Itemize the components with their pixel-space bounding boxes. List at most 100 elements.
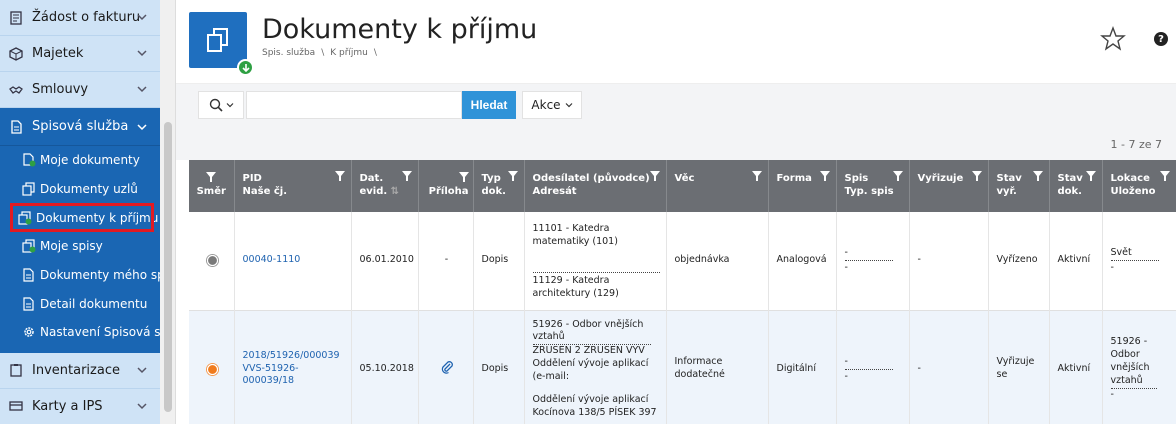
sort-icon[interactable]: ⇅ — [391, 186, 399, 197]
filter-icon[interactable] — [401, 171, 412, 181]
help-icon[interactable]: ? — [1154, 32, 1168, 46]
breadcrumb-item[interactable]: Spis. služba — [262, 48, 315, 58]
table-header-row: Směr PID Naše čj. Dat. evid. ⇅ Příloha Typ… — [189, 160, 1176, 212]
column-header-stav-vyr[interactable]: Stav vyř. — [988, 160, 1050, 212]
sender-text: 51926 - Odbor vnějších vztahů — [532, 319, 651, 346]
filter-icon[interactable] — [334, 171, 345, 181]
direction-radio[interactable] — [205, 254, 219, 268]
search-input[interactable] — [246, 91, 462, 119]
invoice-icon — [8, 10, 24, 26]
document-icon — [8, 119, 24, 135]
column-header-typ-dok[interactable]: Typ dok. — [473, 160, 525, 212]
filter-icon[interactable] — [1085, 171, 1096, 181]
column-header-dat-evid[interactable]: Dat. evid. ⇅ — [351, 160, 419, 212]
column-header-stav-dok[interactable]: Stav dok. — [1049, 160, 1103, 212]
filter-icon[interactable] — [1032, 171, 1043, 181]
sidebar-item-moje-spisy[interactable]: Moje spisy — [0, 232, 160, 261]
breadcrumb-separator: \ — [373, 48, 377, 58]
sidebar-item-zadost-o-fakturu[interactable]: Žádost o fakturu — [0, 0, 160, 36]
sidebar-item-detail-dokumentu[interactable]: Detail dokumentu — [0, 289, 160, 318]
sidebar-item-label: Majetek — [32, 46, 84, 61]
search-options-button[interactable] — [198, 91, 244, 119]
chevron-down-icon — [137, 14, 147, 21]
sidebar-item-label: Smlouvy — [32, 82, 89, 97]
column-header-odesilatel[interactable]: Odesílatel (původce) Adresát — [524, 160, 667, 212]
column-header-vec[interactable]: Věc — [666, 160, 769, 212]
filter-icon[interactable] — [819, 171, 830, 181]
filter-icon[interactable] — [458, 172, 469, 182]
column-header-priloha[interactable]: Příloha — [418, 160, 474, 212]
search-icon — [209, 98, 223, 112]
document-plus-icon — [22, 153, 36, 167]
sidebar-item-label: Inventarizace — [32, 362, 120, 378]
filter-icon[interactable] — [507, 171, 518, 181]
sidebar-item-karty-a-ips[interactable]: Karty a IPS — [0, 388, 160, 424]
cell-vec: Informace dodatečné — [666, 310, 769, 424]
clipboard-icon — [8, 362, 24, 378]
sidebar-item-label: Moje dokumenty — [40, 153, 140, 168]
main-content: Dokumenty k příjmu Spis. služba \ K příj… — [176, 0, 1176, 424]
sidebar-section-spisova-sluzba[interactable]: Spisová služba — [0, 108, 160, 146]
cell-typ: Dopis — [473, 310, 525, 424]
column-header-vyrizuje[interactable]: Vyřizuje — [909, 160, 989, 212]
cell-lokace: Svět - — [1102, 212, 1176, 310]
sidebar-scrollbar[interactable] — [160, 0, 176, 424]
gear-icon — [22, 325, 36, 339]
cell-priloha[interactable] — [418, 310, 474, 424]
filter-icon[interactable] — [206, 172, 217, 182]
sidebar-item-dokumenty-k-prijmu[interactable]: Dokumenty k příjmu — [10, 203, 158, 233]
cell-smer[interactable] — [189, 212, 235, 310]
star-icon[interactable] — [1100, 26, 1126, 52]
cell-typ: Dopis — [473, 212, 525, 310]
table-row[interactable]: 2018/51926/000039 VVS-51926-000039/18 05… — [189, 310, 1176, 424]
table-row[interactable]: 00040-1110 06.01.2010 - Dopis 11101 - Ka… — [189, 212, 1176, 310]
sidebar-item-nastaveni[interactable]: Nastavení Spisová slu... — [0, 318, 160, 347]
sidebar-item-majetek[interactable]: Majetek — [0, 36, 160, 72]
pid-link[interactable]: 00040-1110 — [243, 254, 301, 265]
column-header-pid[interactable]: PID Naše čj. — [234, 160, 352, 212]
paperclip-icon[interactable] — [440, 360, 454, 374]
filter-icon[interactable] — [751, 171, 762, 181]
documents-stack-icon — [22, 182, 36, 196]
sidebar-item-label: Dokumenty k příjmu — [36, 210, 159, 225]
breadcrumb-item[interactable]: K příjmu — [330, 48, 368, 58]
sidebar-item-smlouvy[interactable]: Smlouvy — [0, 72, 160, 108]
cell-pid[interactable]: 2018/51926/000039 VVS-51926-000039/18 — [234, 310, 352, 424]
sidebar-item-inventarizace[interactable]: Inventarizace — [0, 352, 160, 389]
sidebar-section-label: Spisová služba — [32, 119, 129, 134]
column-header-forma[interactable]: Forma — [768, 160, 837, 212]
actions-dropdown[interactable]: Akce — [522, 91, 582, 119]
search-button[interactable]: Hledat — [462, 91, 516, 119]
cell-stav-vyr: Vyřizuje se — [988, 310, 1050, 424]
scrollbar-thumb[interactable] — [164, 122, 172, 412]
sidebar: Žádost o fakturu Majetek Smlouvy Spisová… — [0, 0, 160, 424]
ref-number-link[interactable]: VVS-51926-000039/18 — [243, 363, 299, 387]
sender-detail: ZRUSEN 2 ZRUSEN VYV Oddělení vývoje apli… — [532, 345, 649, 382]
column-header-smer[interactable]: Směr — [189, 160, 235, 212]
chevron-down-icon — [137, 367, 147, 373]
column-header-spis[interactable]: Spis Typ. spis — [836, 160, 910, 212]
sidebar-item-moje-dokumenty[interactable]: Moje dokumenty — [0, 146, 160, 175]
chevron-down-icon — [137, 86, 147, 93]
column-header-lokace[interactable]: Lokace Uloženo — [1102, 160, 1176, 212]
filter-icon[interactable] — [971, 171, 982, 181]
sidebar-item-dokumenty-meho-spisu[interactable]: Dokumenty mého spi... — [0, 261, 160, 290]
breadcrumb-separator: \ — [321, 48, 325, 58]
actions-label: Akce — [531, 98, 561, 112]
filter-icon[interactable] — [649, 171, 660, 181]
filter-icon[interactable] — [892, 171, 903, 181]
cell-smer[interactable] — [189, 310, 235, 424]
cell-pid[interactable]: 00040-1110 — [234, 212, 352, 310]
sidebar-sublist: Moje dokumenty Dokumenty uzlů Dokumenty … — [0, 146, 160, 353]
cell-date: 06.01.2010 — [351, 212, 419, 310]
direction-radio[interactable] — [205, 362, 219, 376]
sidebar-item-label: Dokumenty uzlů — [40, 182, 138, 197]
sidebar-item-dokumenty-uzlu[interactable]: Dokumenty uzlů — [0, 175, 160, 204]
documents-incoming-icon — [18, 211, 32, 225]
cell-date: 05.10.2018 — [351, 310, 419, 424]
pid-link[interactable]: 2018/51926/000039 — [243, 350, 340, 361]
sender-text: 11101 - Katedra matematiky (101) — [532, 223, 618, 247]
box-icon — [8, 46, 24, 62]
recipient-text: 11129 - Katedra architektury (129) — [532, 274, 619, 299]
filter-icon[interactable] — [1159, 171, 1170, 181]
